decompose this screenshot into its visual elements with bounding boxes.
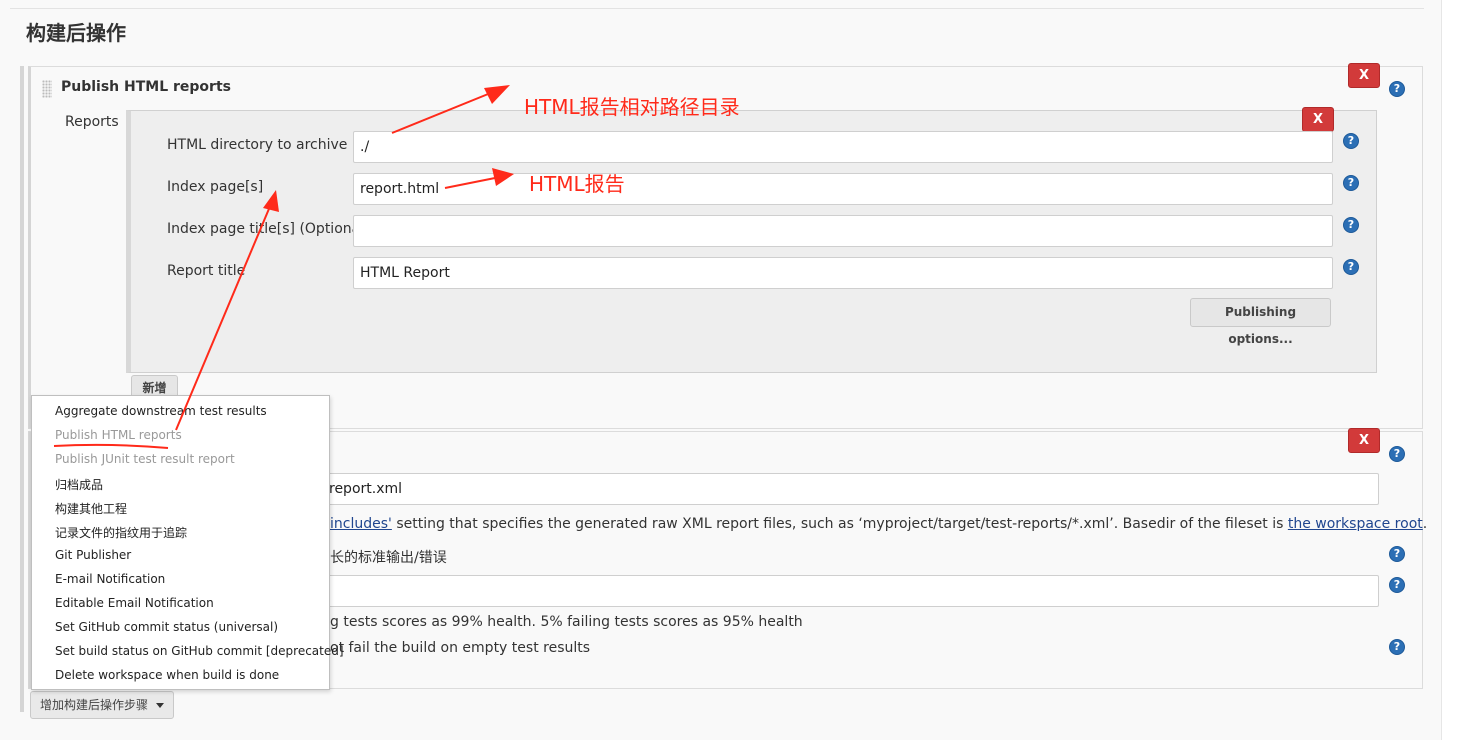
divider: [10, 8, 1424, 9]
menu-item-archive-artifacts[interactable]: 归档成品: [55, 476, 103, 493]
help-icon[interactable]: ?: [1389, 446, 1405, 462]
publishing-options-button[interactable]: Publishing options...: [1190, 298, 1331, 346]
caret-down-icon: [156, 703, 164, 708]
retain-stdout-label: 长的标准输出/错误: [330, 550, 447, 566]
report-title-input[interactable]: [353, 257, 1333, 289]
publish-html-title: Publish HTML reports: [61, 79, 231, 95]
index-page-titles-label: Index page title[s] (Optional): [167, 221, 370, 237]
section-title: 构建后操作: [26, 21, 126, 45]
menu-item-aggregate-downstream[interactable]: Aggregate downstream test results: [55, 404, 267, 418]
xml-description: includes' setting that specifies the gen…: [330, 516, 1427, 532]
index-pages-input[interactable]: [353, 173, 1333, 205]
help-icon[interactable]: ?: [1343, 133, 1359, 149]
help-icon[interactable]: ?: [1343, 175, 1359, 191]
section-left-bar: [20, 66, 24, 712]
annotation-dir-note: HTML报告相对路径目录: [524, 95, 740, 119]
drag-handle-icon[interactable]: [42, 80, 52, 98]
health-scale-input[interactable]: [300, 575, 1379, 607]
workspace-root-link[interactable]: the workspace root: [1288, 516, 1423, 532]
html-directory-input[interactable]: [353, 131, 1333, 163]
menu-item-email-notification[interactable]: E-mail Notification: [55, 572, 165, 586]
reports-label: Reports: [65, 114, 119, 130]
test-report-xml-input[interactable]: [300, 473, 1379, 505]
help-icon[interactable]: ?: [1389, 639, 1405, 655]
delete-report-entry-button[interactable]: X: [1302, 107, 1334, 132]
xml-description-text: setting that specifies the generated raw…: [391, 516, 1288, 532]
index-pages-label: Index page[s]: [167, 179, 264, 195]
add-post-build-step-button[interactable]: 增加构建后操作步骤: [30, 691, 174, 719]
annotation-index-note: HTML报告: [529, 172, 625, 196]
add-post-build-step-label: 增加构建后操作步骤: [40, 698, 149, 712]
html-directory-label: HTML directory to archive: [167, 137, 348, 153]
menu-item-editable-email[interactable]: Editable Email Notification: [55, 596, 214, 610]
menu-item-git-publisher[interactable]: Git Publisher: [55, 548, 131, 562]
health-scale-description: g tests scores as 99% health. 5% failing…: [330, 614, 803, 630]
menu-item-github-build-status[interactable]: Set build status on GitHub commit [depre…: [55, 644, 344, 658]
report-title-label: Report title: [167, 263, 246, 279]
menu-item-publish-html: Publish HTML reports: [55, 428, 182, 442]
xml-description-end: .: [1422, 516, 1428, 532]
post-build-step-menu: Aggregate downstream test results Publis…: [31, 395, 344, 690]
includes-link[interactable]: includes': [330, 516, 392, 532]
help-icon[interactable]: ?: [1389, 546, 1405, 562]
menu-item-delete-workspace[interactable]: Delete workspace when build is done: [55, 668, 279, 682]
delete-junit-button[interactable]: X: [1348, 428, 1380, 453]
help-icon[interactable]: ?: [1389, 81, 1405, 97]
help-icon[interactable]: ?: [1389, 577, 1405, 593]
help-icon[interactable]: ?: [1343, 217, 1359, 233]
index-page-titles-input[interactable]: [353, 215, 1333, 247]
delete-publish-html-button[interactable]: X: [1348, 63, 1380, 88]
menu-item-fingerprint[interactable]: 记录文件的指纹用于追踪: [55, 524, 187, 541]
help-icon[interactable]: ?: [1343, 259, 1359, 275]
menu-item-publish-junit: Publish JUnit test result report: [55, 452, 235, 466]
allow-empty-results-label: ot fail the build on empty test results: [330, 640, 591, 656]
menu-item-build-other-projects[interactable]: 构建其他工程: [55, 500, 127, 517]
menu-item-github-commit-status[interactable]: Set GitHub commit status (universal): [55, 620, 278, 634]
